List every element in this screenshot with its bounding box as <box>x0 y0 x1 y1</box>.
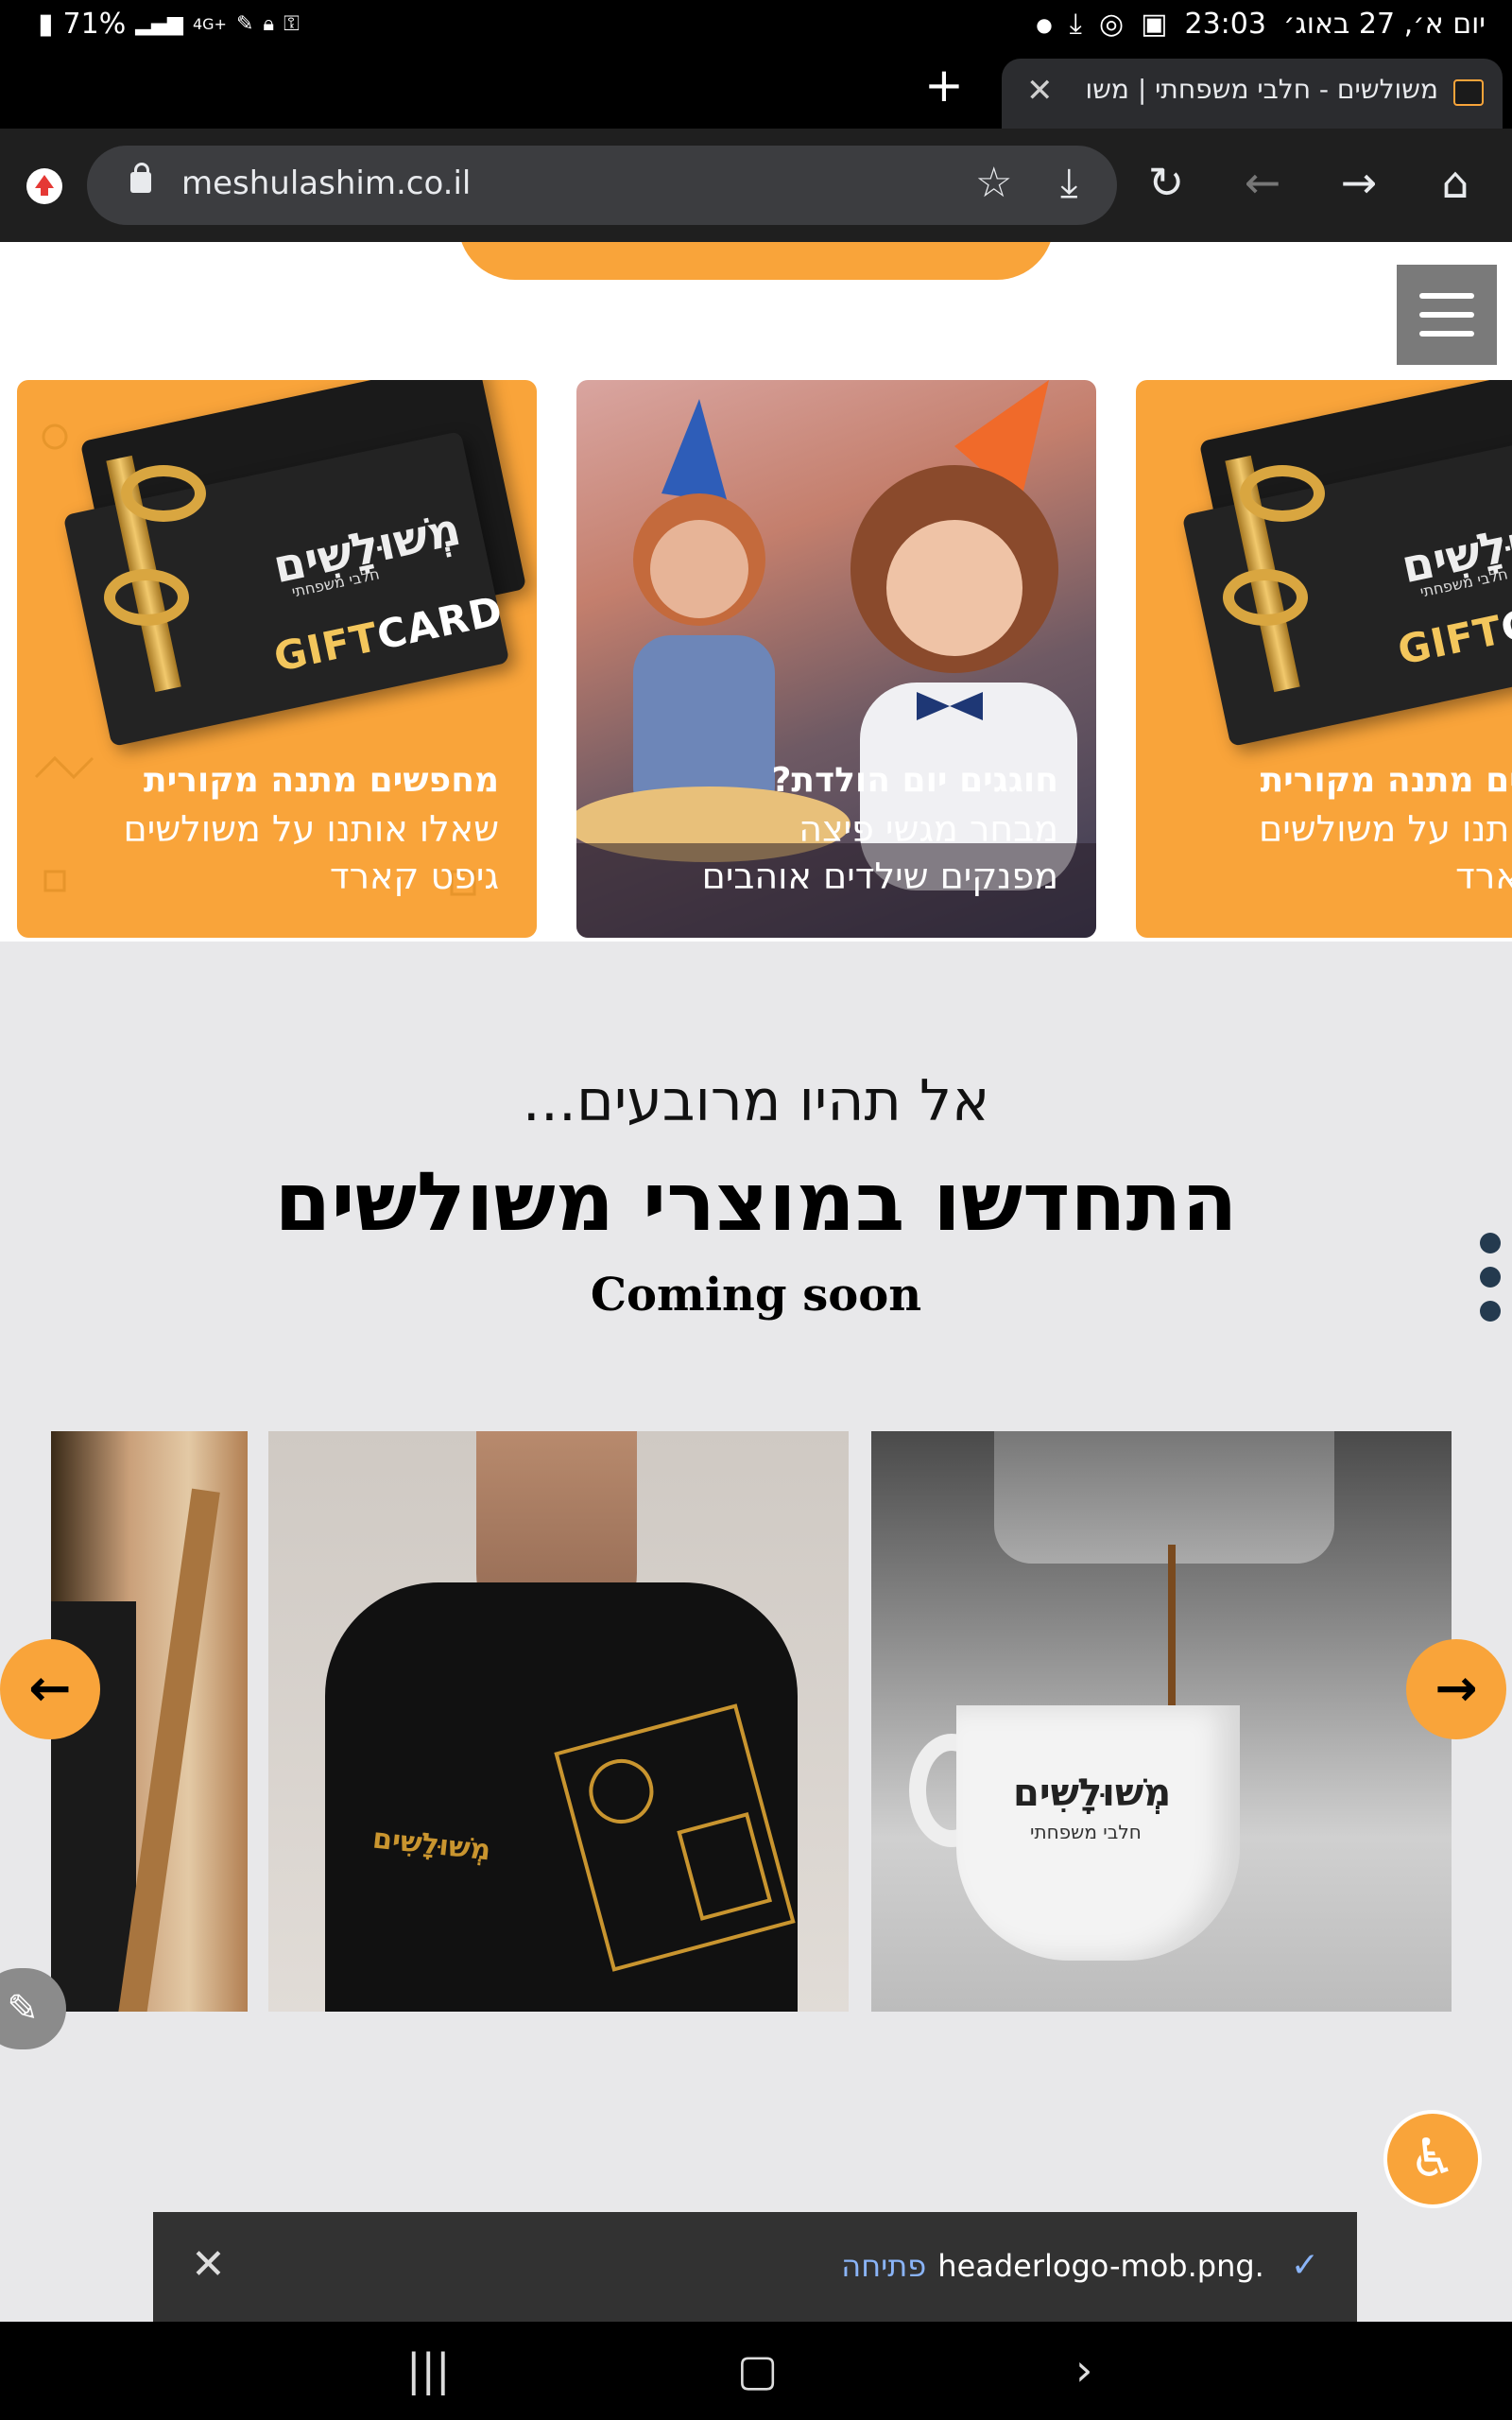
promo-caption: חוגגים יום הולדת? מבחר מגשי פיצה מפנקים … <box>702 761 1058 900</box>
browser-toolbar: meshulashim.co.il ☆ ⤓ ↻ ← → ⌂ <box>0 129 1512 242</box>
url-text[interactable]: meshulashim.co.il <box>181 164 471 202</box>
vertical-dots-icon[interactable] <box>1480 1233 1501 1335</box>
image-icon: ▣ <box>1141 8 1168 41</box>
favicon <box>1453 79 1484 106</box>
promo-line: מפנקים שילדים אוהבים <box>701 856 1058 897</box>
arrow-right-icon[interactable]: → <box>1406 1639 1506 1739</box>
espresso-machine <box>994 1431 1334 1564</box>
promo-heading: חוגגים יום הולדת? <box>771 761 1058 800</box>
promo-heading: מחפשים מתנה מקורית <box>144 761 499 800</box>
promo-line: גיפט קארד <box>329 856 499 897</box>
home-icon[interactable]: ⌂ <box>1427 157 1484 208</box>
menu-icon[interactable] <box>1397 265 1497 365</box>
cup-logo: מְשׁוּלָשִׁים <box>1013 1772 1172 1815</box>
promo-card-giftcard[interactable]: מְשׁוּלָשִׁים חלבי משפחתי GIFTCARD מחפשי… <box>17 380 537 938</box>
status-bar: ▮ 71% ▂▄▆ 4G+ ✎ 🔒︎ ⚿ ● ⤓ ◎ ▣ 23:03 יום א… <box>0 0 1512 49</box>
forward-icon[interactable]: → <box>1331 157 1387 208</box>
home-nav-icon[interactable]: ▢ <box>737 2344 778 2395</box>
bow-icon <box>121 465 206 522</box>
site-notification-icon[interactable] <box>26 168 62 204</box>
address-bar[interactable]: meshulashim.co.il ☆ ⤓ <box>87 146 1117 225</box>
web-page: מְשׁוּלָשִׁים חלבי משפחתי GIFTCARD מחפשי… <box>0 242 1512 2208</box>
back-icon[interactable]: ← <box>1234 157 1291 208</box>
lock-status-icon: 🔒︎ <box>263 12 275 36</box>
tab-strip: + ✕ משולשים - חלבי משפחתי | משו <box>0 49 1512 129</box>
star-icon[interactable]: ☆ <box>975 159 1012 207</box>
system-nav-bar: ||| ▢ › <box>0 2322 1512 2420</box>
reload-icon[interactable]: ↻ <box>1138 157 1194 208</box>
whatsapp-icon: ◎ <box>1098 8 1125 41</box>
lock-icon[interactable] <box>130 163 151 193</box>
check-icon: ✓ <box>1290 2246 1319 2285</box>
download-snackbar: ✕ ✓ headerlogo-mob.png. פתיחה <box>153 2212 1357 2324</box>
accessibility-icon[interactable]: ♿︎ <box>1383 2110 1482 2208</box>
date: יום א׳, 27 באוג׳ <box>1282 8 1486 41</box>
back-nav-icon[interactable]: › <box>1075 2344 1092 2395</box>
cup-tagline: חלבי משפחתי <box>1030 1821 1142 1843</box>
recents-icon[interactable]: ||| <box>406 2344 451 2395</box>
promo-caption: מחפשים מתנה מקורית שאלו אותנו על משולשים… <box>123 761 499 900</box>
bow-icon <box>1223 569 1308 626</box>
bow-icon <box>1240 465 1325 522</box>
close-icon[interactable]: ✕ <box>1026 72 1054 110</box>
download-icon[interactable]: ⤓ <box>1060 159 1078 206</box>
network-type: 4G+ <box>192 15 227 33</box>
signal-icon: ▂▄▆ <box>135 12 183 36</box>
product-coffee-cup[interactable]: מְשׁוּלָשִׁים חלבי משפחתי <box>871 1431 1452 2012</box>
section-subtitle: אל תהיו מרובעים... <box>522 1068 990 1134</box>
product-tshirt[interactable]: מְשׁוּלָשִׁים <box>268 1431 849 2012</box>
battery-level: 71% <box>62 8 127 41</box>
bow-icon <box>104 569 189 626</box>
section-title: התחדשו במוצרי משולשים <box>274 1155 1238 1250</box>
browser-tab[interactable]: ✕ משולשים - חלבי משפחתי | משו <box>1002 59 1503 129</box>
notification-dot: ● <box>1036 12 1053 36</box>
close-icon[interactable]: ✕ <box>191 2240 226 2289</box>
top-cta-button[interactable] <box>458 242 1054 280</box>
promo-line: שאלו אותנו על משולשים <box>123 808 499 850</box>
clock-time: 23:03 <box>1184 8 1266 41</box>
edit-icon: ✎ <box>235 12 254 36</box>
promo-heading: ים מתנה מקורית <box>1260 761 1512 800</box>
promo-line: ארד <box>1455 856 1512 897</box>
download-status-icon: ⤓ <box>1069 8 1082 41</box>
promo-card-birthday[interactable]: חוגגים יום הולדת? מבחר מגשי פיצה מפנקים … <box>576 380 1096 938</box>
promo-line: מבחר מגשי פיצה <box>799 808 1058 850</box>
open-download-button[interactable]: פתיחה <box>841 2248 926 2284</box>
plus-icon[interactable]: + <box>921 61 967 110</box>
battery-icon: ▮ <box>38 8 54 41</box>
coming-soon-label: Coming soon <box>590 1269 922 1322</box>
key-icon: ⚿ <box>284 12 300 36</box>
promo-card-giftcard-2[interactable]: מְשׁוּלָשִׁים חלבי משפחתי GIFTCA ים מתנה… <box>1136 380 1512 938</box>
coffee-stream <box>1168 1545 1176 1705</box>
tab-title: משולשים - חלבי משפחתי | משו <box>1085 74 1438 105</box>
promo-caption: ים מתנה מקורית ותנו על משולשים ארד <box>1259 761 1512 900</box>
arrow-left-icon[interactable]: ← <box>0 1639 100 1739</box>
download-message: ✓ headerlogo-mob.png. פתיחה <box>841 2246 1319 2285</box>
promo-line: ותנו על משולשים <box>1259 808 1512 850</box>
download-filename: headerlogo-mob.png. <box>937 2247 1264 2284</box>
